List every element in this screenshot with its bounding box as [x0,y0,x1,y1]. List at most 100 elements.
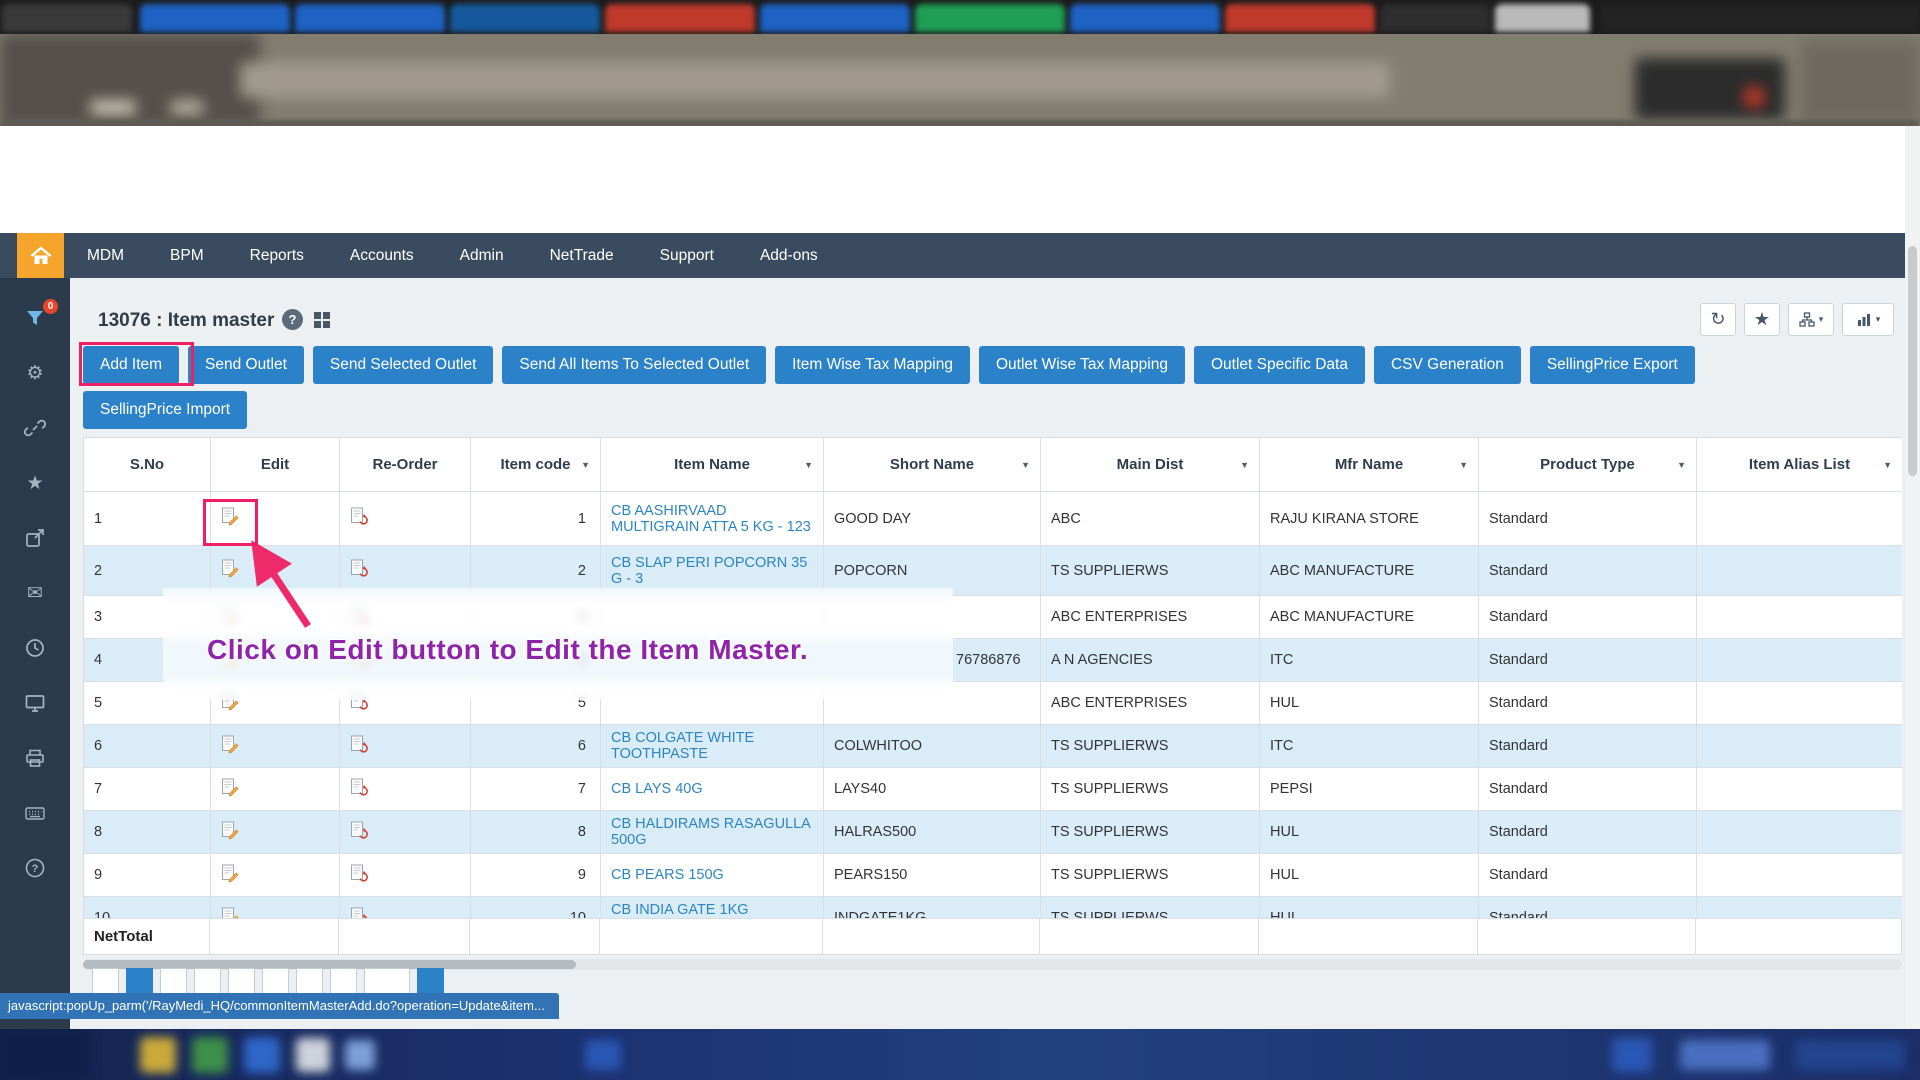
filter-caret-icon[interactable]: ▼ [581,460,590,470]
nav-item-admin[interactable]: Admin [437,233,527,278]
reorder-cell[interactable] [340,725,471,768]
edit-icon[interactable] [221,864,240,883]
filter-caret-icon[interactable]: ▼ [1240,460,1249,470]
reorder-icon[interactable] [350,864,369,883]
item-name-link[interactable]: CB COLGATE WHITE TOOTHPASTE [611,730,754,762]
reorder-cell[interactable] [340,492,471,546]
reorder-icon[interactable] [350,735,369,754]
send-selected-outlet-button[interactable]: Send Selected Outlet [313,346,494,384]
item-name-cell[interactable]: CB AASHIRVAAD MULTIGRAIN ATTA 5 KG - 123 [601,492,824,546]
table-row: 77CB LAYS 40GLAYS40TS SUPPLIERWSPEPSISta… [84,768,1903,811]
item-name-link[interactable]: CB AASHIRVAAD MULTIGRAIN ATTA 5 KG - 123 [611,503,811,535]
filter-icon[interactable]: 0 [23,306,47,330]
clock-icon[interactable] [23,636,47,660]
nav-item-mdm[interactable]: MDM [64,233,147,278]
filter-caret-icon[interactable]: ▼ [1021,460,1030,470]
item-code-cell: 8 [471,811,601,854]
star-icon[interactable]: ★ [23,471,47,495]
reorder-cell[interactable] [340,897,471,919]
edit-cell[interactable] [211,725,340,768]
item-name-cell[interactable]: CB COLGATE WHITE TOOTHPASTE [601,725,824,768]
nav-item-accounts[interactable]: Accounts [327,233,437,278]
item-name-cell[interactable]: CB INDIA GATE 1KG BASMATI [601,897,824,919]
edit-icon[interactable] [221,821,240,840]
filter-caret-icon[interactable]: ▼ [1459,460,1468,470]
page-title: 13076 : Item master [98,310,274,332]
chart-icon[interactable]: ▾ [1842,303,1894,336]
grid-view-icon[interactable] [313,311,331,334]
browser-tab [605,4,755,32]
keyboard-icon[interactable] [23,801,47,825]
col-item-code[interactable]: Item code▼ [471,438,601,492]
nav-item-reports[interactable]: Reports [227,233,327,278]
item-name-cell[interactable]: CB PEARS 150G [601,854,824,897]
reorder-icon[interactable] [350,821,369,840]
mfr-name-cell: ITC [1260,639,1479,682]
reorder-cell[interactable] [340,811,471,854]
col-item-alias[interactable]: Item Alias List▼ [1697,438,1903,492]
help-icon[interactable]: ? [23,856,47,880]
print-icon[interactable] [23,746,47,770]
col-mfr-name[interactable]: Mfr Name▼ [1260,438,1479,492]
main-dist-cell: TS SUPPLIERWS [1041,811,1260,854]
edit-cell[interactable] [211,811,340,854]
col-short-name[interactable]: Short Name▼ [824,438,1041,492]
item-name-link[interactable]: CB SLAP PERI POPCORN 35 G - 3 [611,555,807,587]
item-name-cell[interactable]: CB LAYS 40G [601,768,824,811]
hierarchy-icon[interactable]: ▾ [1788,303,1834,336]
mfr-name-cell: ITC [1260,725,1479,768]
mail-icon[interactable]: ✉ [23,581,47,605]
home-button[interactable] [17,233,64,278]
vertical-scrollbar[interactable] [1908,246,1917,476]
main-dist-cell: ABC [1041,492,1260,546]
nav-item-support[interactable]: Support [637,233,737,278]
item-name-link[interactable]: CB PEARS 150G [611,867,724,883]
nav-item-bpm[interactable]: BPM [147,233,227,278]
edit-cell[interactable] [211,854,340,897]
nav-item-addons[interactable]: Add-ons [737,233,841,278]
send-icon[interactable] [23,526,47,550]
nettotal-row: NetTotal [83,918,1902,955]
reorder-icon[interactable] [350,507,369,526]
reorder-icon[interactable] [350,559,369,578]
sellingprice-export-button[interactable]: SellingPrice Export [1530,346,1695,384]
edit-icon[interactable] [221,778,240,797]
item-name-link[interactable]: CB INDIA GATE 1KG BASMATI [611,902,749,918]
short-name-cell: LAYS40 [824,768,1041,811]
display-icon[interactable] [23,691,47,715]
edit-icon[interactable] [221,907,240,919]
vertical-scrollbar-track[interactable] [1905,126,1920,1029]
page-help-icon[interactable]: ? [282,309,303,330]
item-name-cell[interactable]: CB HALDIRAMS RASAGULLA 500G [601,811,824,854]
reorder-cell[interactable] [340,854,471,897]
edit-cell[interactable] [211,768,340,811]
sellingprice-import-button[interactable]: SellingPrice Import [83,391,247,429]
annotation-arrow [233,531,325,637]
item-wise-tax-mapping-button[interactable]: Item Wise Tax Mapping [775,346,970,384]
refresh-icon[interactable]: ↻ [1700,303,1736,336]
col-item-name[interactable]: Item Name▼ [601,438,824,492]
table-row: 88CB HALDIRAMS RASAGULLA 500GHALRAS500TS… [84,811,1903,854]
csv-generation-button[interactable]: CSV Generation [1374,346,1521,384]
short-name-cell: INDGATE1KG [824,897,1041,919]
reorder-icon[interactable] [350,778,369,797]
favorite-icon[interactable]: ★ [1744,303,1780,336]
item-name-link[interactable]: CB LAYS 40G [611,781,703,797]
edit-icon[interactable] [221,735,240,754]
reorder-icon[interactable] [350,907,369,919]
filter-caret-icon[interactable]: ▼ [1677,460,1686,470]
outlet-specific-data-button[interactable]: Outlet Specific Data [1194,346,1365,384]
outlet-wise-tax-mapping-button[interactable]: Outlet Wise Tax Mapping [979,346,1185,384]
item-name-link[interactable]: CB HALDIRAMS RASAGULLA 500G [611,816,810,848]
reorder-cell[interactable] [340,768,471,811]
filter-caret-icon[interactable]: ▼ [1883,460,1892,470]
col-main-dist[interactable]: Main Dist▼ [1041,438,1260,492]
edit-cell[interactable] [211,897,340,919]
link-icon[interactable] [23,416,47,440]
nav-item-nettrade[interactable]: NetTrade [527,233,637,278]
filter-caret-icon[interactable]: ▼ [804,460,813,470]
send-outlet-button[interactable]: Send Outlet [188,346,304,384]
settings-icon[interactable]: ⚙ [23,361,47,385]
send-all-items-button[interactable]: Send All Items To Selected Outlet [502,346,766,384]
col-product-type[interactable]: Product Type▼ [1479,438,1697,492]
